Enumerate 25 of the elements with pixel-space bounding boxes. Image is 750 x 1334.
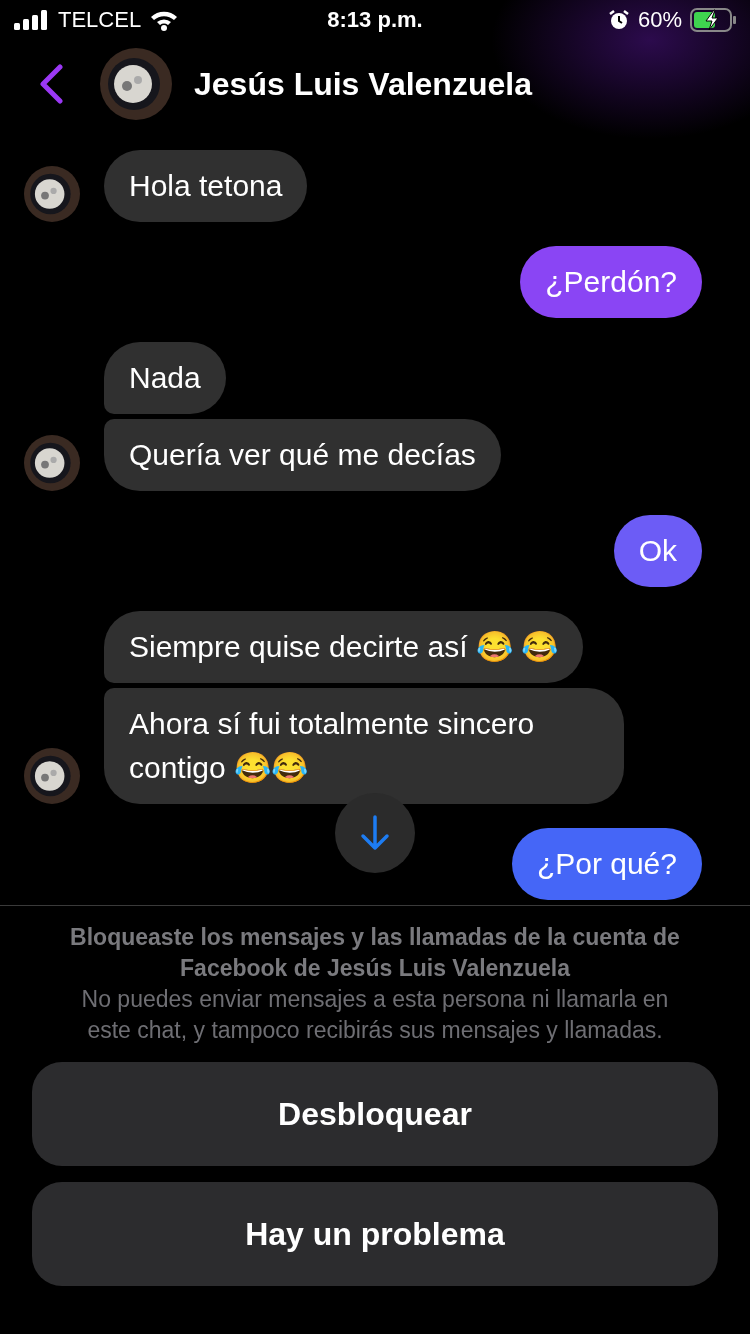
- back-icon[interactable]: [38, 64, 64, 104]
- status-time: 8:13 p.m.: [327, 7, 423, 33]
- contact-name: Jesús Luis Valenzuela: [194, 65, 532, 103]
- action-button[interactable]: Hay un problema: [32, 1182, 718, 1286]
- wifi-icon: [149, 9, 180, 31]
- message-bubble: Ok: [613, 515, 702, 587]
- message-bubble: Nada: [104, 342, 226, 414]
- watch-avatar[interactable]: [24, 166, 80, 222]
- watch-avatar[interactable]: [24, 748, 80, 804]
- message-bubble: Quería ver qué me decías: [104, 419, 501, 491]
- message-bubble: ¿Por qué?: [511, 828, 702, 900]
- arrow-down-icon: [360, 815, 390, 851]
- message-bubble: Ahora sí fui totalmente sincero contigo 😂😂: [104, 688, 624, 804]
- message-bubble: ¿Perdón?: [520, 246, 702, 318]
- battery-charging-icon: [690, 8, 736, 32]
- watch-avatar[interactable]: [24, 435, 80, 491]
- alarm-icon: [607, 9, 630, 31]
- message-bubble: Siempre quise decirte así 😂 😂: [104, 611, 584, 683]
- action-button[interactable]: Desbloquear: [32, 1062, 718, 1166]
- watch-avatar[interactable]: [100, 48, 172, 120]
- signal-icon: [14, 10, 50, 30]
- carrier-name: TELCEL: [58, 7, 142, 33]
- message-bubble: Hola tetona: [104, 150, 308, 222]
- battery-percent: 60%: [637, 7, 682, 33]
- blocked-notice: Bloqueaste los mensajes y las llamadas de la cuenta de Facebook de Jesús Luis Valenzuela No puedes enviar mensajes a esta persona ni llamarla en este chat, y tampoco recibirás sus mensajes y llamadas.: [70, 923, 680, 1045]
